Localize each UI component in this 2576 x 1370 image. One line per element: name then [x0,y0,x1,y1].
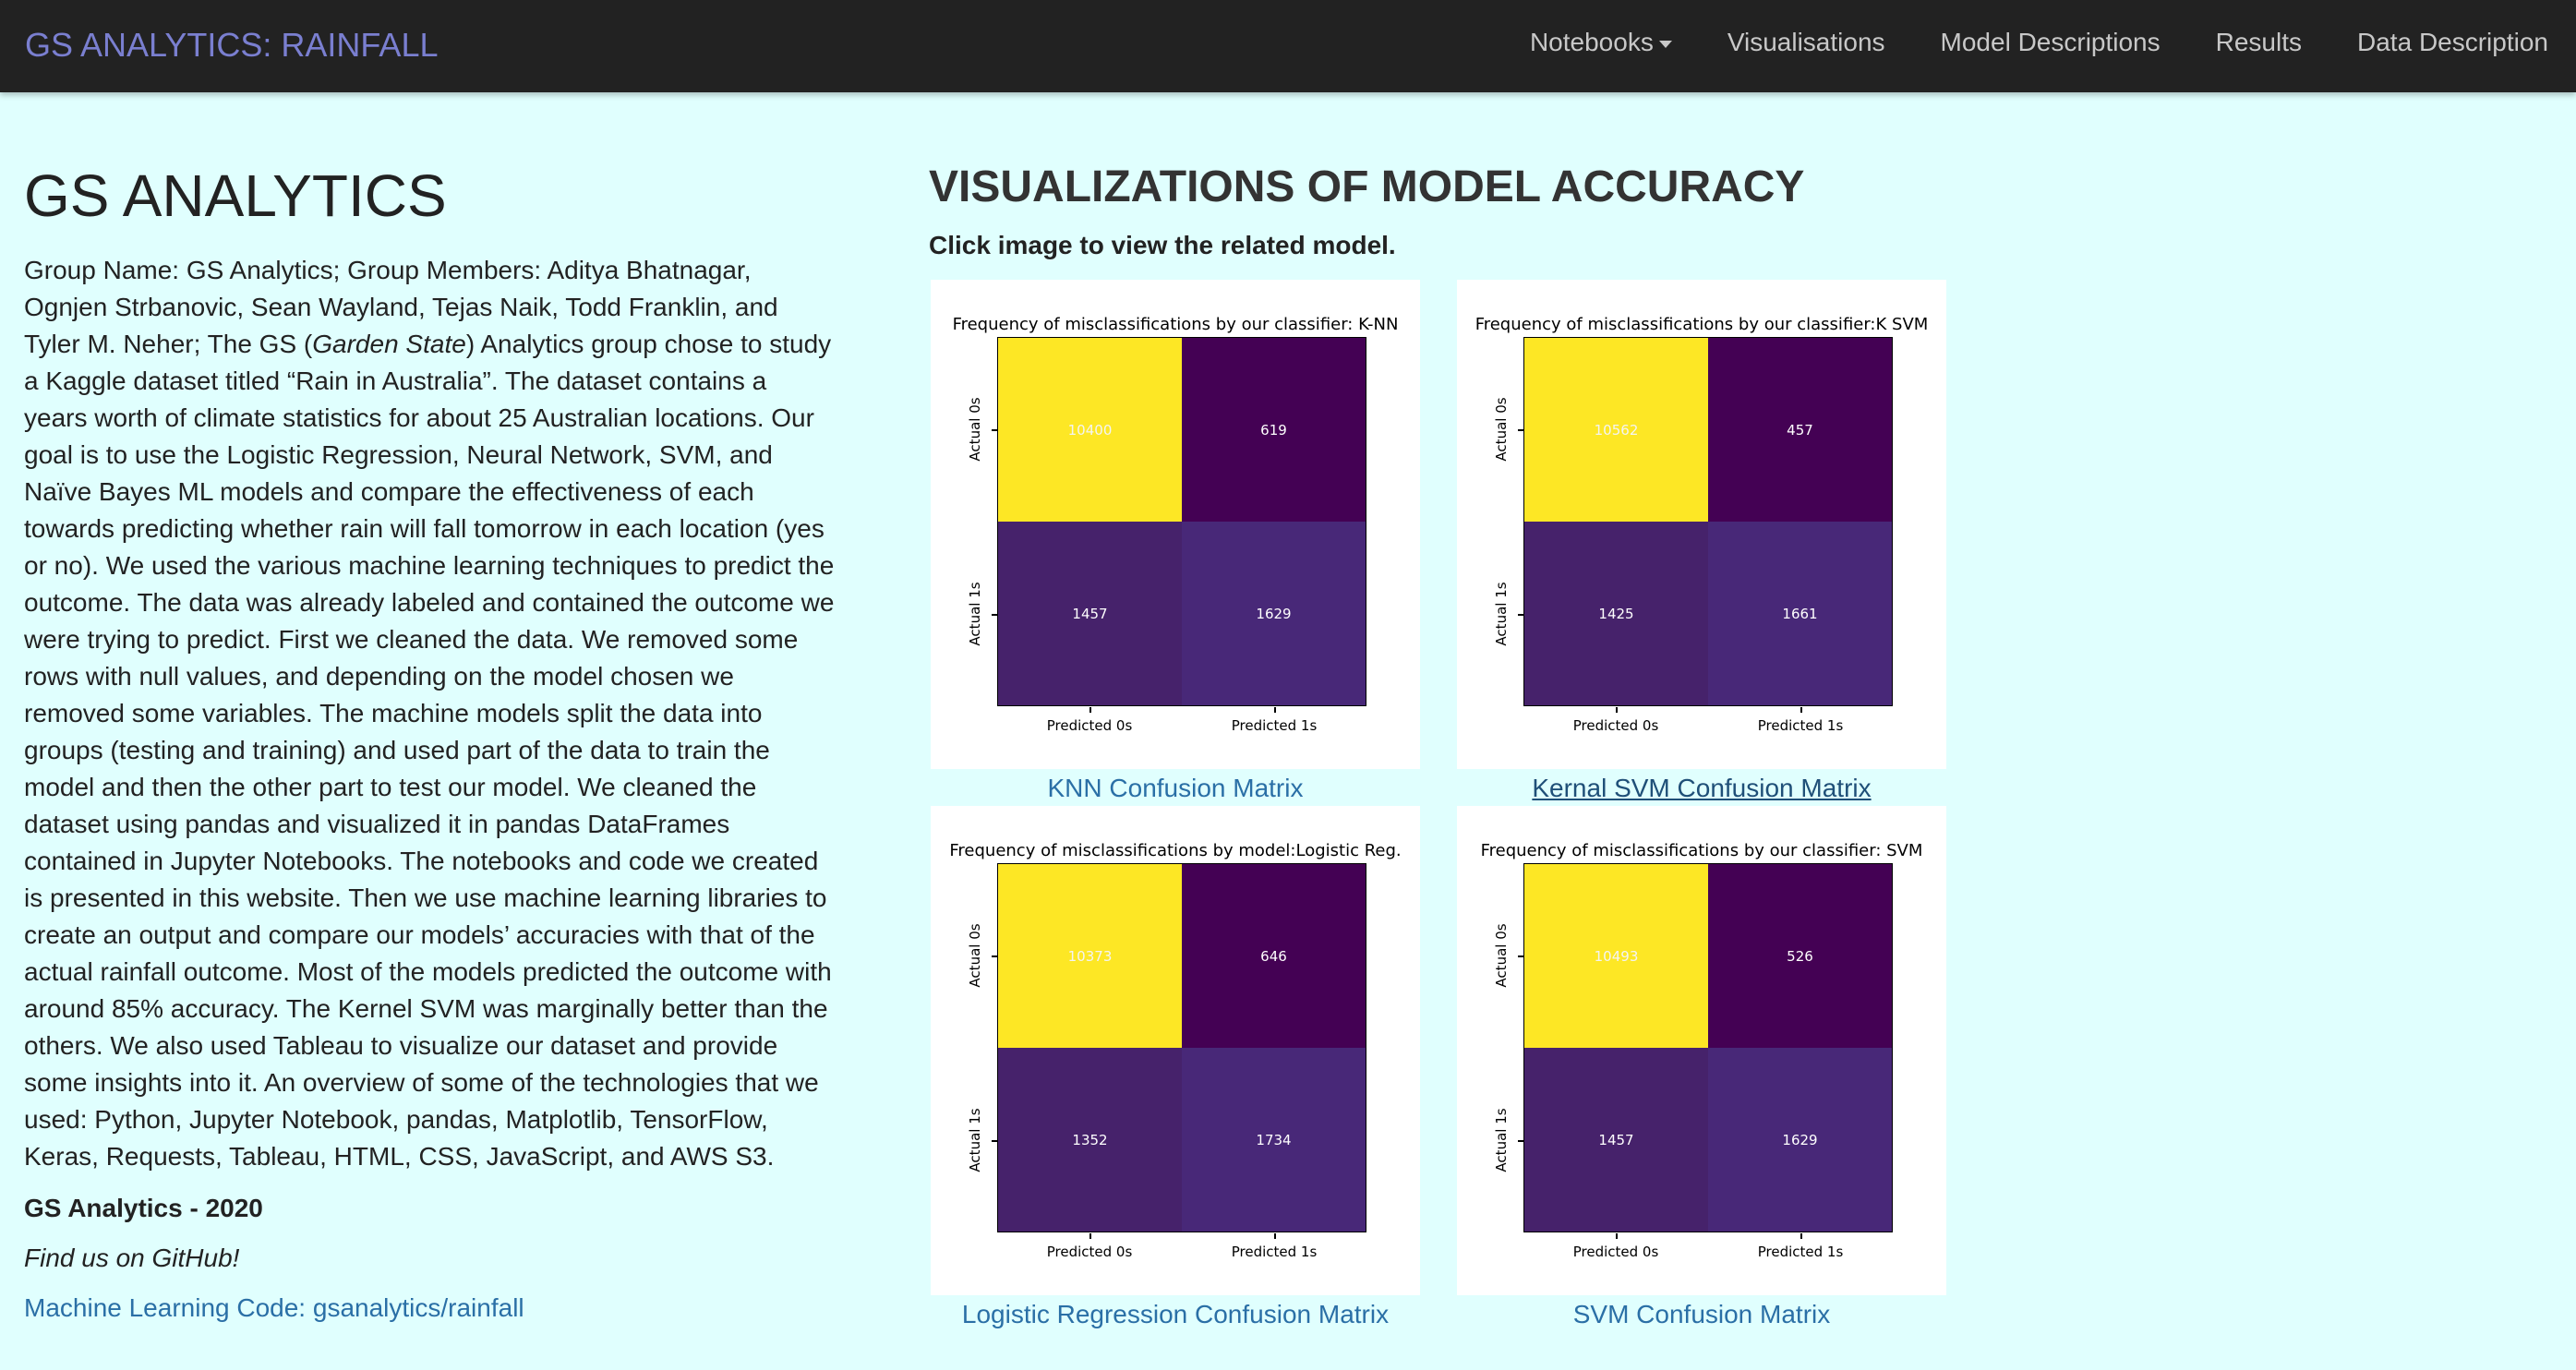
matrix-frame [1523,337,1893,706]
y-tick-label: Actual 1s [967,1108,983,1172]
y-tick [992,614,997,616]
chart-title: Frequency of misclassifications by our c… [952,315,1399,334]
chart-title: Frequency of misclassifications by our c… [1475,315,1929,334]
intro-paragraph: Group Name: GS Analytics; Group Members:… [24,252,837,1175]
x-tick-label: Predicted 0s [1572,1244,1659,1260]
nav-notebooks[interactable]: Notebooks [1530,28,1672,57]
page-title: GS ANALYTICS [24,162,447,229]
x-tick-label: Predicted 1s [1757,1244,1844,1260]
nav-data-description[interactable]: Data Description [2357,28,2548,57]
confusion-matrix-card[interactable]: Frequency of misclassifications by model… [931,806,1420,1295]
y-tick-label: Actual 0s [967,923,983,988]
y-tick-label: Actual 0s [1493,397,1510,462]
matrix-frame [997,863,1366,1232]
github-text: Find us on GitHub! [24,1244,240,1272]
x-tick-label: Predicted 0s [1046,717,1133,734]
x-tick [1800,707,1802,713]
chart-title: Frequency of misclassifications by our c… [1480,841,1923,860]
caret-down-icon [1658,41,1672,48]
nav-notebooks-label: Notebooks [1529,28,1654,56]
x-tick [1616,1233,1618,1239]
x-tick-label: Predicted 0s [1046,1244,1133,1260]
y-tick-label: Actual 1s [967,582,983,646]
intro-text-italic: Garden State [312,330,466,358]
x-tick-label: Predicted 1s [1231,717,1318,734]
x-tick [1089,1233,1091,1239]
visualizations-section: VISUALIZATIONS OF MODEL ACCURACY Click i… [929,162,2000,260]
footer-year: GS Analytics - 2020 [24,1194,263,1222]
confusion-matrix-card[interactable]: Frequency of misclassifications by our c… [1457,280,1946,769]
code-link[interactable]: Machine Learning Code: gsanalytics/rainf… [24,1293,837,1323]
x-tick [1089,707,1091,713]
section-heading: VISUALIZATIONS OF MODEL ACCURACY [929,162,1805,211]
y-tick-label: Actual 0s [1493,923,1510,988]
intro-section: GS ANALYTICS Group Name: GS Analytics; G… [24,162,837,1323]
y-tick-label: Actual 1s [1493,582,1510,646]
y-tick [992,955,997,957]
x-tick-label: Predicted 1s [1757,717,1844,734]
nav-model-descriptions[interactable]: Model Descriptions [1941,28,2161,57]
navbar: GS ANALYTICS: RAINFALL Notebooks Visuali… [0,0,2576,92]
y-tick [1518,614,1523,616]
nav-visualisations[interactable]: Visualisations [1727,28,1885,57]
section-subheading: Click image to view the related model. [929,231,1396,259]
y-tick [1518,429,1523,431]
brand-link[interactable]: GS ANALYTICS: RAINFALL [25,26,439,65]
chart-title: Frequency of misclassifications by model… [949,841,1402,860]
matrix-frame [1523,863,1893,1232]
y-tick [992,1140,997,1142]
matrix-caption-link[interactable]: KNN Confusion Matrix [908,774,1443,803]
matrix-caption-link[interactable]: Kernal SVM Confusion Matrix [1434,774,1969,803]
y-tick [992,429,997,431]
intro-text-2: ) Analytics group chose to study a Kaggl… [24,330,835,1171]
confusion-matrix-card[interactable]: Frequency of misclassifications by our c… [931,280,1420,769]
matrix-frame [997,337,1366,706]
matrix-caption-link[interactable]: SVM Confusion Matrix [1434,1300,1969,1329]
y-tick-label: Actual 0s [967,397,983,462]
x-tick-label: Predicted 1s [1231,1244,1318,1260]
confusion-matrix-card[interactable]: Frequency of misclassifications by our c… [1457,806,1946,1295]
x-tick-label: Predicted 0s [1572,717,1659,734]
nav-menu: Notebooks Visualisations Model Descripti… [1475,28,2548,57]
y-tick [1518,955,1523,957]
x-tick [1274,1233,1276,1239]
x-tick [1616,707,1618,713]
x-tick [1800,1233,1802,1239]
y-tick-label: Actual 1s [1493,1108,1510,1172]
nav-results[interactable]: Results [2216,28,2302,57]
y-tick [1518,1140,1523,1142]
matrix-caption-link[interactable]: Logistic Regression Confusion Matrix [908,1300,1443,1329]
x-tick [1274,707,1276,713]
